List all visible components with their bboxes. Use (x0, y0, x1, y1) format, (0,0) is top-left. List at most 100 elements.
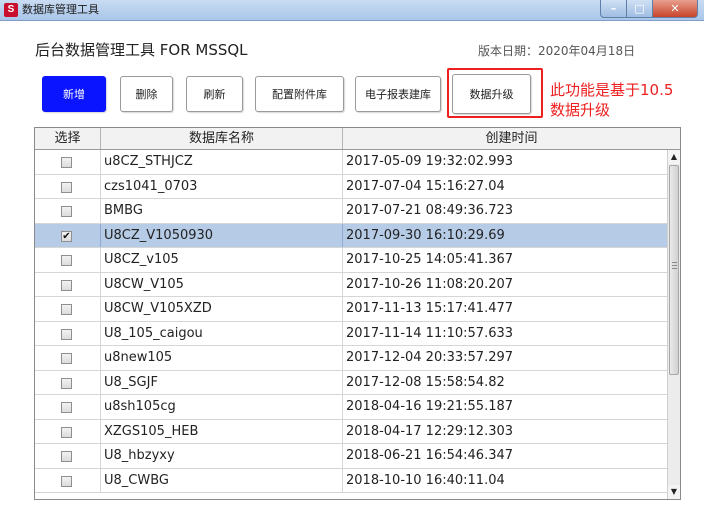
scrollbar-thumb[interactable] (669, 165, 679, 375)
created-time-cell: 2017-07-21 08:49:36.723 (346, 203, 514, 218)
row-checkbox[interactable] (61, 181, 72, 193)
select-cell (35, 248, 101, 272)
table-header: 选择 数据库名称 创建时间 (35, 128, 680, 150)
window-controls: – □ ✕ (600, 0, 698, 18)
table-row[interactable]: ✔ U8CZ_V1050930 2017-09-30 16:10:29.69 (35, 223, 667, 248)
created-time-cell: 2018-04-16 19:21:55.187 (346, 399, 514, 414)
annotation-line-2: 数据升级 (550, 101, 611, 119)
created-time-cell: 2018-04-17 12:29:12.303 (346, 423, 514, 439)
table-row[interactable]: czs1041_0703 2017-07-04 15:16:27.04 (35, 174, 667, 199)
app-logo-icon: S (4, 3, 18, 17)
select-cell (35, 297, 101, 321)
row-checkbox[interactable] (61, 157, 72, 168)
upgrade-annotation: 此功能是基于10.5 数据升级 (550, 80, 700, 120)
annotation-line-1: 此功能是基于10.5 (550, 81, 674, 99)
refresh-button[interactable]: 刷新 (186, 76, 243, 112)
page-title: 后台数据管理工具 FOR MSSQL (35, 41, 248, 59)
created-time-cell: 2017-09-30 16:10:29.69 (346, 227, 505, 243)
select-cell (35, 419, 101, 443)
select-cell (35, 174, 101, 198)
window-titlebar[interactable]: S 数据库管理工具 – □ ✕ (0, 0, 704, 21)
created-time-cell: 2018-06-21 16:54:46.347 (346, 448, 514, 463)
row-checkbox[interactable] (61, 402, 72, 413)
row-checkbox[interactable]: ✔ (61, 230, 72, 242)
db-name-cell: u8new105 (101, 346, 343, 370)
select-cell (35, 199, 101, 223)
created-time-cell: 2017-12-08 15:58:54.82 (346, 374, 505, 390)
scroll-down-arrow-icon[interactable]: ▼ (668, 485, 680, 499)
db-name-cell: U8CZ_v105 (101, 248, 343, 272)
scroll-up-arrow-icon[interactable]: ▲ (668, 150, 680, 164)
row-checkbox[interactable] (61, 451, 72, 462)
table-row[interactable]: U8CZ_v105 2017-10-25 14:05:41.367 (35, 248, 667, 273)
select-cell (35, 346, 101, 370)
select-cell (35, 444, 101, 468)
table-row[interactable]: u8CZ_STHJCZ 2017-05-09 19:32:02.993 (35, 150, 667, 175)
table-row[interactable]: U8CW_V105XZD 2017-11-13 15:17:41.477 (35, 297, 667, 322)
upgrade-highlight-box (447, 68, 543, 118)
column-header-created-time[interactable]: 创建时间 (343, 128, 680, 149)
grip-line (672, 265, 677, 266)
db-name-cell: U8_CWBG (101, 468, 343, 492)
created-time-cell: 2017-11-14 11:10:57.633 (346, 325, 514, 341)
column-header-db-name[interactable]: 数据库名称 (101, 128, 343, 149)
select-cell (35, 468, 101, 492)
table-row[interactable]: u8new105 2017-12-04 20:33:57.297 (35, 346, 667, 371)
created-time-cell: 2017-10-25 14:05:41.367 (346, 252, 514, 267)
minimize-button[interactable]: – (600, 0, 627, 18)
table-row[interactable]: XZGS105_HEB 2018-04-17 12:29:12.303 (35, 419, 667, 444)
select-cell (35, 272, 101, 296)
db-name-cell: U8CW_V105 (101, 272, 343, 296)
row-checkbox[interactable] (61, 328, 72, 340)
db-name-cell: XZGS105_HEB (101, 419, 343, 443)
db-name-cell: U8CZ_V1050930 (101, 223, 343, 247)
created-time-cell: 2017-11-13 15:17:41.477 (346, 301, 514, 316)
table-row[interactable]: U8_105_caigou 2017-11-14 11:10:57.633 (35, 321, 667, 346)
created-time-cell: 2017-05-09 19:32:02.993 (346, 154, 514, 169)
select-cell (35, 321, 101, 345)
row-checkbox[interactable] (61, 475, 72, 487)
table-row[interactable]: u8sh105cg 2018-04-16 19:21:55.187 (35, 395, 667, 420)
table-row[interactable]: U8_SGJF 2017-12-08 15:58:54.82 (35, 370, 667, 395)
table-row[interactable]: U8_hbzyxy 2018-06-21 16:54:46.347 (35, 444, 667, 469)
db-name-cell: U8_hbzyxy (101, 444, 343, 468)
db-name-cell: BMBG (101, 199, 343, 223)
table-row[interactable]: U8CW_V105 2017-10-26 11:08:20.207 (35, 272, 667, 297)
select-cell (35, 150, 101, 174)
created-time-cell: 2017-07-04 15:16:27.04 (346, 178, 505, 194)
table-row[interactable]: BMBG 2017-07-21 08:49:36.723 (35, 199, 667, 224)
row-checkbox[interactable] (61, 206, 72, 217)
table-row[interactable]: U8_CWBG 2018-10-10 16:40:11.04 (35, 468, 667, 493)
created-time-cell: 2017-10-26 11:08:20.207 (346, 276, 514, 292)
row-checkbox[interactable] (61, 255, 72, 266)
created-time-cell: 2017-12-04 20:33:57.297 (346, 350, 514, 365)
delete-button[interactable]: 删除 (120, 76, 173, 112)
select-cell: ✔ (35, 223, 101, 247)
maximize-button[interactable]: □ (627, 0, 653, 18)
select-cell (35, 395, 101, 419)
close-button[interactable]: ✕ (653, 0, 698, 18)
version-date-label: 版本日期：2020年04月18日 (478, 44, 636, 58)
row-checkbox[interactable] (61, 377, 72, 389)
config-attachment-button[interactable]: 配置附件库 (255, 76, 344, 112)
db-name-cell: czs1041_0703 (101, 174, 343, 198)
grip-line (672, 262, 677, 263)
window-title: 数据库管理工具 (22, 3, 99, 16)
select-cell (35, 370, 101, 394)
grip-line (672, 268, 677, 269)
row-checkbox[interactable] (61, 426, 72, 438)
db-name-cell: U8_SGJF (101, 370, 343, 394)
db-name-cell: U8_105_caigou (101, 321, 343, 345)
database-table: 选择 数据库名称 创建时间 u8CZ_STHJCZ 2017-05-09 19:3… (34, 127, 681, 500)
add-button[interactable]: 新增 (42, 76, 106, 112)
report-db-button[interactable]: 电子报表建库 (355, 76, 441, 112)
db-name-cell: U8CW_V105XZD (101, 297, 343, 321)
row-checkbox[interactable] (61, 304, 72, 315)
row-checkbox[interactable] (61, 353, 72, 364)
db-name-cell: u8sh105cg (101, 395, 343, 419)
created-time-cell: 2018-10-10 16:40:11.04 (346, 472, 505, 488)
db-name-cell: u8CZ_STHJCZ (101, 150, 343, 174)
vertical-scrollbar[interactable]: ▲ ▼ (667, 150, 680, 499)
row-checkbox[interactable] (61, 279, 72, 291)
column-header-select[interactable]: 选择 (35, 128, 101, 149)
